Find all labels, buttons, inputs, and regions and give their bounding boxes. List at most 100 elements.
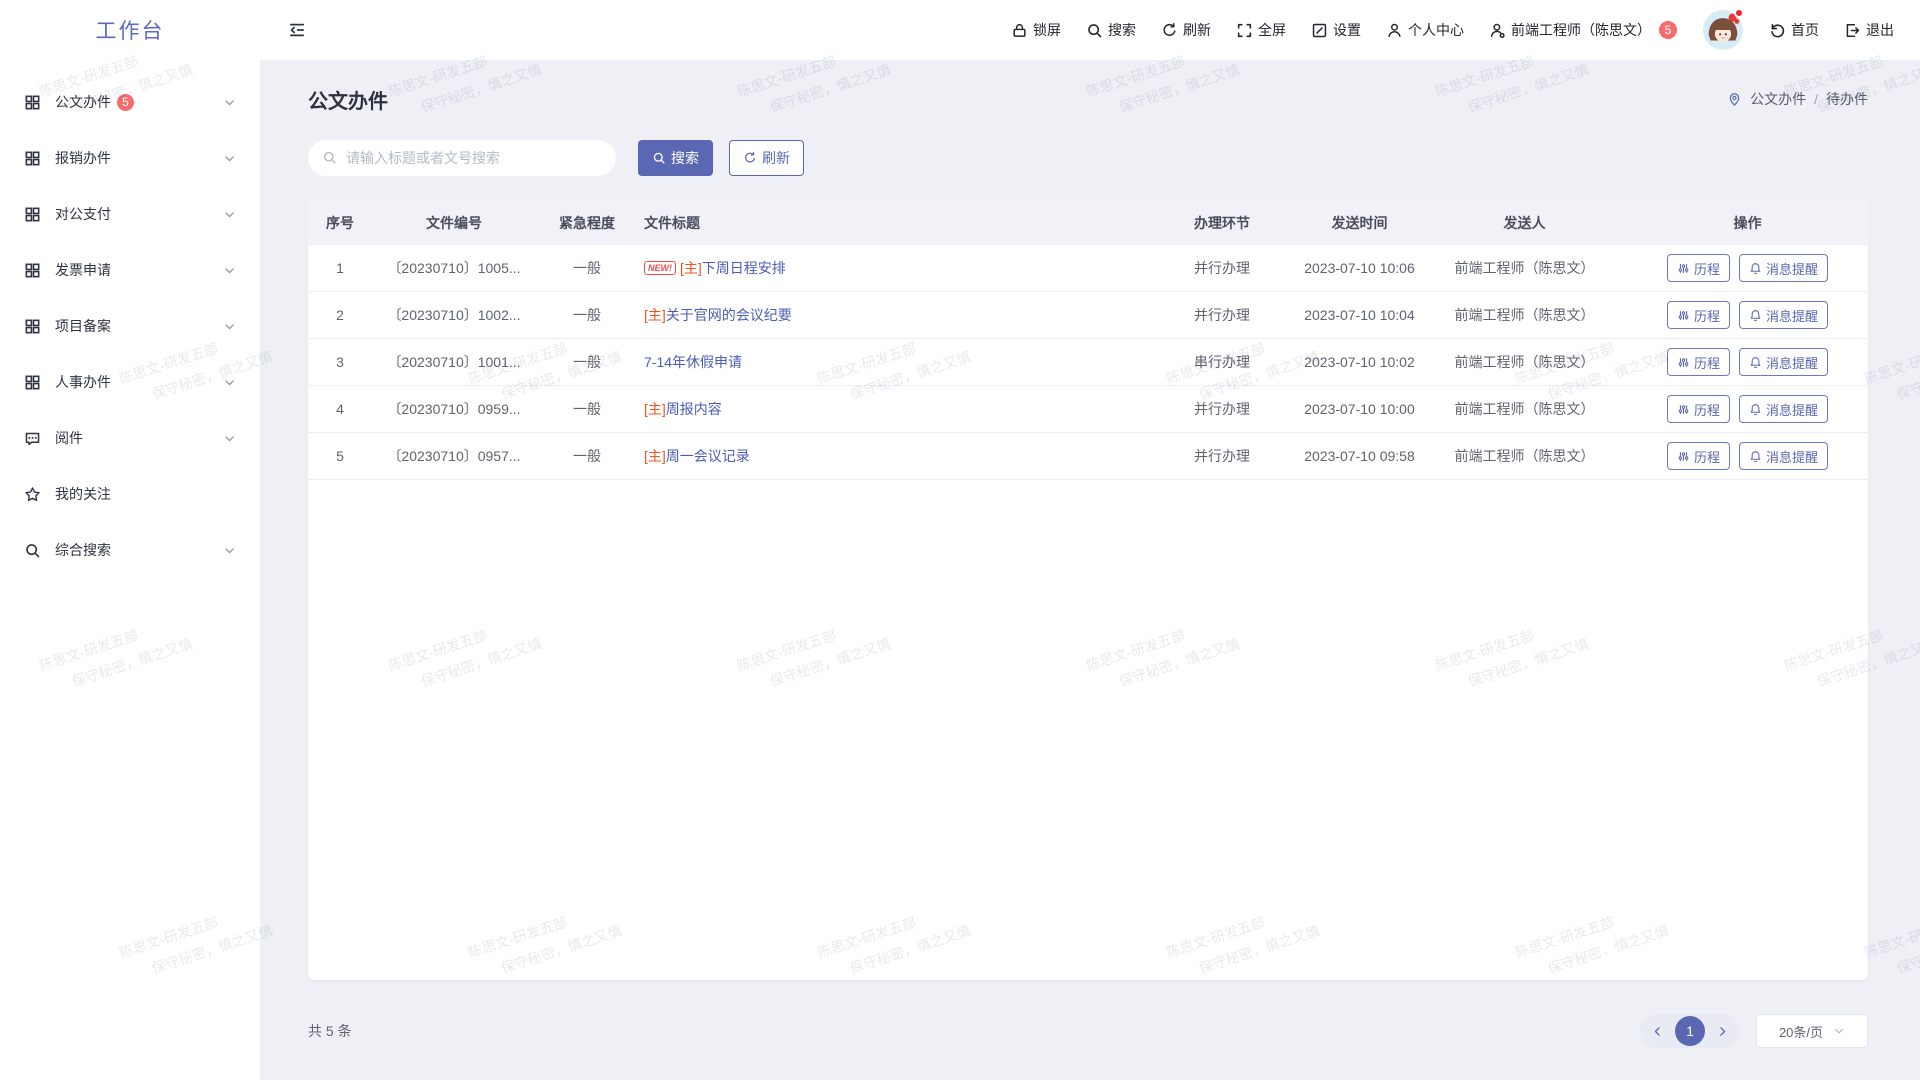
chevron-down-icon (1833, 1025, 1845, 1037)
col-header-title: 文件标题 (638, 213, 1147, 233)
sender: 前端工程师（陈思文） (1422, 258, 1627, 278)
row-index: 4 (308, 401, 372, 417)
search-icon (322, 150, 337, 165)
breadcrumb-section[interactable]: 公文办件 (1750, 89, 1806, 109)
row-index: 5 (308, 448, 372, 464)
footer-row: 共 5 条 1 20条/页 (308, 1014, 1868, 1048)
search-button-label: 搜索 (671, 148, 699, 168)
notify-button[interactable]: 消息提醒 (1739, 254, 1828, 282)
refresh-button[interactable]: 刷新 (729, 140, 804, 176)
user-icon (1386, 22, 1403, 39)
bell-icon (1749, 309, 1762, 322)
process-step: 并行办理 (1147, 305, 1297, 325)
search-icon (24, 542, 41, 559)
row-index: 3 (308, 354, 372, 370)
home-button[interactable]: 首页 (1769, 20, 1819, 40)
main-doc-tag: [主] (644, 305, 666, 325)
doc-number: 〔20230710〕0957... (372, 446, 536, 466)
notify-button[interactable]: 消息提醒 (1739, 301, 1828, 329)
new-badge: NEW! (644, 261, 676, 275)
topbar-action-profile[interactable]: 个人中心 (1386, 20, 1464, 40)
account-name: 前端工程师（陈思文） (1511, 20, 1651, 40)
sidebar-item-label: 公文办件 (55, 92, 111, 112)
row-actions: 历程 消息提醒 (1627, 301, 1868, 329)
topbar-action-settings[interactable]: 设置 (1311, 20, 1361, 40)
sidebar-item-label: 人事办件 (55, 372, 111, 392)
chevron-down-icon (223, 376, 236, 389)
topbar-action-fullscreen[interactable]: 全屏 (1236, 20, 1286, 40)
bell-icon (1749, 450, 1762, 463)
grid-icon (24, 150, 41, 167)
chevron-down-icon (223, 264, 236, 277)
history-button[interactable]: 历程 (1667, 254, 1730, 282)
sidebar-item-badge: 5 (117, 94, 134, 111)
doc-title-link[interactable]: 下周日程安排 (702, 258, 786, 278)
urgency: 一般 (536, 305, 638, 325)
sidebar-item-my-follows[interactable]: 我的关注 (0, 466, 260, 522)
doc-title-link[interactable]: 周一会议记录 (666, 446, 750, 466)
process-step: 并行办理 (1147, 446, 1297, 466)
prev-page-button[interactable] (1651, 1025, 1664, 1038)
sidebar-item-document-office[interactable]: 公文办件 5 (0, 74, 260, 130)
search-input[interactable] (308, 140, 616, 176)
sidebar-item-label: 阅件 (55, 428, 83, 448)
sidebar-item-invoice-request[interactable]: 发票申请 (0, 242, 260, 298)
current-page-indicator[interactable]: 1 (1675, 1016, 1705, 1046)
sidebar-nav: 公文办件 5 报销办件 对公支付 发票申请 项目备案 人事办件 阅件 (0, 60, 260, 578)
sidebar-item-hr-office[interactable]: 人事办件 (0, 354, 260, 410)
history-button[interactable]: 历程 (1667, 301, 1730, 329)
topbar-action-lock-screen[interactable]: 锁屏 (1011, 20, 1061, 40)
doc-number: 〔20230710〕1001... (372, 352, 536, 372)
sidebar-item-corporate-payment[interactable]: 对公支付 (0, 186, 260, 242)
topbar-action-label: 设置 (1333, 20, 1361, 40)
pager: 1 (1640, 1014, 1740, 1048)
row-actions: 历程 消息提醒 (1627, 442, 1868, 470)
notify-button[interactable]: 消息提醒 (1739, 395, 1828, 423)
search-button[interactable]: 搜索 (638, 140, 713, 176)
sender: 前端工程师（陈思文） (1422, 399, 1627, 419)
notify-button[interactable]: 消息提醒 (1739, 348, 1828, 376)
content-area: 公文办件 公文办件 / 待办件 搜索 (260, 60, 1920, 1080)
notify-button[interactable]: 消息提醒 (1739, 442, 1828, 470)
doc-title-link[interactable]: 7-14年休假申请 (644, 352, 742, 372)
history-button[interactable]: 历程 (1667, 442, 1730, 470)
sidebar-item-expense-office[interactable]: 报销办件 (0, 130, 260, 186)
user-avatar[interactable] (1702, 9, 1744, 51)
sidebar-item-project-filing[interactable]: 项目备案 (0, 298, 260, 354)
sliders-icon (1677, 450, 1690, 463)
topbar-action-refresh[interactable]: 刷新 (1161, 20, 1211, 40)
refresh-button-label: 刷新 (762, 148, 790, 168)
sidebar: 工作台 公文办件 5 报销办件 对公支付 发票申请 项目备案 人事办件 (0, 0, 260, 1080)
grid-icon (24, 262, 41, 279)
sliders-icon (1677, 403, 1690, 416)
sidebar-item-global-search[interactable]: 综合搜索 (0, 522, 260, 578)
title-row: 公文办件 公文办件 / 待办件 (308, 84, 1868, 114)
table-row: 4 〔20230710〕0959... 一般 [主] 周报内容 并行办理 202… (308, 386, 1868, 433)
doc-title-link[interactable]: 关于官网的会议纪要 (666, 305, 792, 325)
urgency: 一般 (536, 258, 638, 278)
fold-sidebar-icon[interactable] (288, 21, 306, 39)
table-row: 2 〔20230710〕1002... 一般 [主] 关于官网的会议纪要 并行办… (308, 292, 1868, 339)
total-count: 共 5 条 (308, 1021, 352, 1041)
chevron-down-icon (223, 544, 236, 557)
sidebar-item-label: 项目备案 (55, 316, 111, 336)
topbar-action-search[interactable]: 搜索 (1086, 20, 1136, 40)
chevron-down-icon (223, 96, 236, 109)
next-page-button[interactable] (1716, 1025, 1729, 1038)
topbar-action-label: 锁屏 (1033, 20, 1061, 40)
doc-title-link[interactable]: 周报内容 (666, 399, 722, 419)
grid-icon (24, 318, 41, 335)
sidebar-item-reading-files[interactable]: 阅件 (0, 410, 260, 466)
account-menu[interactable]: 前端工程师（陈思文） 5 (1489, 20, 1677, 40)
row-actions: 历程 消息提醒 (1627, 395, 1868, 423)
logout-button[interactable]: 退出 (1844, 20, 1894, 40)
row-actions: 历程 消息提醒 (1627, 254, 1868, 282)
history-button[interactable]: 历程 (1667, 348, 1730, 376)
row-actions: 历程 消息提醒 (1627, 348, 1868, 376)
page-size-select[interactable]: 20条/页 (1756, 1014, 1868, 1048)
send-time: 2023-07-10 10:00 (1297, 401, 1422, 417)
table-row: 1 〔20230710〕1005... 一般 NEW! [主] 下周日程安排 并… (308, 245, 1868, 292)
history-button[interactable]: 历程 (1667, 395, 1730, 423)
fullscreen-icon (1236, 22, 1253, 39)
sender: 前端工程师（陈思文） (1422, 446, 1627, 466)
